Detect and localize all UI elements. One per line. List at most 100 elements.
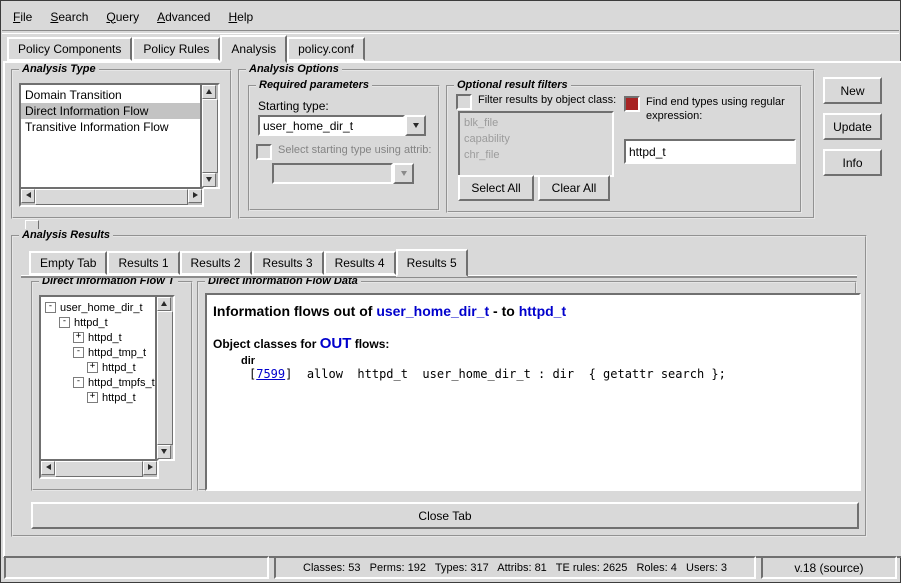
object-class-option: capability (460, 131, 612, 147)
tree-node-label[interactable]: httpd_tmp_t (88, 347, 146, 359)
select-all-button[interactable]: Select All (458, 175, 534, 201)
regex-checkbox-row: Find end types using regular expression: (624, 95, 796, 123)
starting-type-input[interactable] (260, 119, 403, 133)
object-class-option: chr_file (460, 147, 612, 163)
object-class-list: blk_file capability chr_file (458, 111, 614, 177)
tree-node-label[interactable]: httpd_t (102, 362, 136, 374)
update-button[interactable]: Update (823, 113, 882, 140)
regex-entry[interactable] (624, 139, 796, 164)
tree-node-label[interactable]: httpd_t (88, 332, 122, 344)
status-left-panel (4, 556, 269, 579)
tab-empty-tab[interactable]: Empty Tab (29, 251, 107, 275)
tab-policy-components[interactable]: Policy Components (7, 37, 132, 61)
info-button[interactable]: Info (823, 149, 882, 176)
flow-tree-vscrollbar[interactable] (155, 295, 175, 461)
scroll-down-icon[interactable] (157, 445, 171, 459)
tree-node[interactable]: -httpd_t (41, 315, 157, 330)
tree-node[interactable]: -user_home_dir_t (41, 300, 157, 315)
source-type-text: user_home_dir_t (376, 303, 489, 319)
scroll-right-icon[interactable] (143, 461, 157, 475)
object-class-option: blk_file (460, 115, 612, 131)
attrib-checkbox-label: Select starting type using attrib: (278, 143, 431, 157)
regex-checkbox[interactable] (624, 96, 640, 112)
scrollbar-thumb[interactable] (157, 311, 173, 445)
results-tab-bar: Empty Tab Results 1 Results 2 Results 3 … (29, 251, 468, 275)
tab-policy-conf[interactable]: policy.conf (287, 37, 365, 61)
flow-headline: Information flows out of user_home_dir_t… (213, 303, 853, 319)
analysis-options-group: Analysis Options Required parameters Sta… (238, 69, 815, 219)
tree-node[interactable]: + httpd_t (41, 390, 157, 405)
scroll-left-icon[interactable] (41, 461, 55, 475)
object-classes-line: Object classes for OUT flows: (213, 335, 853, 352)
chevron-down-icon[interactable] (405, 115, 426, 136)
tree-node[interactable]: + httpd_t (41, 330, 157, 345)
tree-node-label[interactable]: httpd_t (102, 392, 136, 404)
regex-checkbox-label: Find end types using regular expression: (646, 95, 796, 123)
close-tab-button[interactable]: Close Tab (31, 502, 859, 529)
tree-toggle-icon[interactable]: - (59, 317, 70, 328)
new-button[interactable]: New (823, 77, 882, 104)
scrollbar-thumb[interactable] (35, 189, 188, 205)
tab-policy-rules[interactable]: Policy Rules (132, 37, 220, 61)
policy-stats: Classes: 53 Perms: 192 Types: 317 Attrib… (274, 556, 756, 579)
scrollbar-thumb[interactable] (55, 461, 143, 477)
tree-toggle-icon[interactable]: + (73, 332, 84, 343)
analysis-type-title: Analysis Type (19, 63, 99, 75)
tree-node[interactable]: + httpd_t (41, 360, 157, 375)
flow-data-text[interactable]: Information flows out of user_home_dir_t… (205, 293, 861, 491)
tree-toggle-icon[interactable]: - (73, 377, 84, 388)
menubar-separator (2, 30, 899, 34)
scroll-right-icon[interactable] (188, 189, 202, 203)
object-class-name: dir (241, 355, 853, 367)
flow-data-group: Direct Information Flow Data Information… (197, 281, 857, 491)
scroll-up-icon[interactable] (202, 85, 216, 99)
menu-help[interactable]: Help (219, 7, 262, 27)
flow-tree-hscrollbar[interactable] (39, 459, 159, 479)
tree-node[interactable]: -httpd_tmp_t (41, 345, 157, 360)
scroll-up-icon[interactable] (157, 297, 171, 311)
attrib-checkbox-row: Select starting type using attrib: (256, 143, 432, 160)
tab-results-2[interactable]: Results 2 (180, 251, 252, 275)
tree-node-label[interactable]: httpd_tmpfs_t (88, 377, 155, 389)
flow-tree[interactable]: -user_home_dir_t -httpd_t +httpd_t -http… (39, 295, 159, 467)
tab-results-4[interactable]: Results 4 (324, 251, 396, 275)
menu-query[interactable]: Query (97, 7, 148, 27)
target-type-text: httpd_t (519, 303, 566, 319)
tree-node[interactable]: -httpd_tmpfs_t (41, 375, 157, 390)
analysis-type-vscrollbar[interactable] (200, 83, 220, 189)
tree-toggle-icon[interactable]: - (45, 302, 56, 313)
status-bar: Classes: 53 Perms: 192 Types: 317 Attrib… (4, 556, 897, 579)
analysis-type-option-domain-transition[interactable]: Domain Transition (21, 87, 202, 103)
menubar: File Search Query Advanced Help (4, 4, 897, 29)
menu-search[interactable]: Search (41, 7, 97, 27)
clear-all-button[interactable]: Clear All (538, 175, 610, 201)
tab-results-1[interactable]: Results 1 (107, 251, 179, 275)
object-class-filter-checkbox[interactable] (456, 94, 472, 110)
scroll-down-icon[interactable] (202, 173, 216, 187)
tree-toggle-icon[interactable]: + (87, 362, 98, 373)
tree-node-label[interactable]: httpd_t (74, 317, 108, 329)
scrollbar-thumb[interactable] (202, 99, 218, 173)
object-class-filter-checkbox-row: Filter results by object class: (456, 93, 626, 110)
tab-results-5[interactable]: Results 5 (396, 249, 468, 277)
menu-file[interactable]: File (4, 7, 41, 27)
regex-input[interactable] (626, 145, 794, 159)
rule-number-link[interactable]: 7599 (256, 367, 285, 381)
rule-line: [7599] allow httpd_t user_home_dir_t : d… (249, 367, 853, 382)
analysis-type-option-transitive-information-flow[interactable]: Transitive Information Flow (21, 119, 202, 135)
scroll-left-icon[interactable] (21, 189, 35, 203)
analysis-type-option-direct-information-flow[interactable]: Direct Information Flow (21, 103, 202, 119)
starting-type-combobox[interactable] (258, 115, 426, 136)
chevron-down-icon (393, 163, 414, 184)
starting-type-label: Starting type: (258, 99, 329, 113)
policy-version: v.18 (source) (761, 556, 897, 579)
analysis-type-list[interactable]: Domain Transition Direct Information Flo… (19, 83, 204, 193)
analysis-type-hscrollbar[interactable] (19, 187, 204, 207)
tab-results-3[interactable]: Results 3 (252, 251, 324, 275)
tree-toggle-icon[interactable]: + (87, 392, 98, 403)
menu-advanced[interactable]: Advanced (148, 7, 219, 27)
tree-toggle-icon[interactable]: - (73, 347, 84, 358)
tab-analysis[interactable]: Analysis (220, 35, 287, 63)
tree-node-label[interactable]: user_home_dir_t (60, 302, 143, 314)
analysis-results-group: Analysis Results Empty Tab Results 1 Res… (11, 235, 867, 537)
